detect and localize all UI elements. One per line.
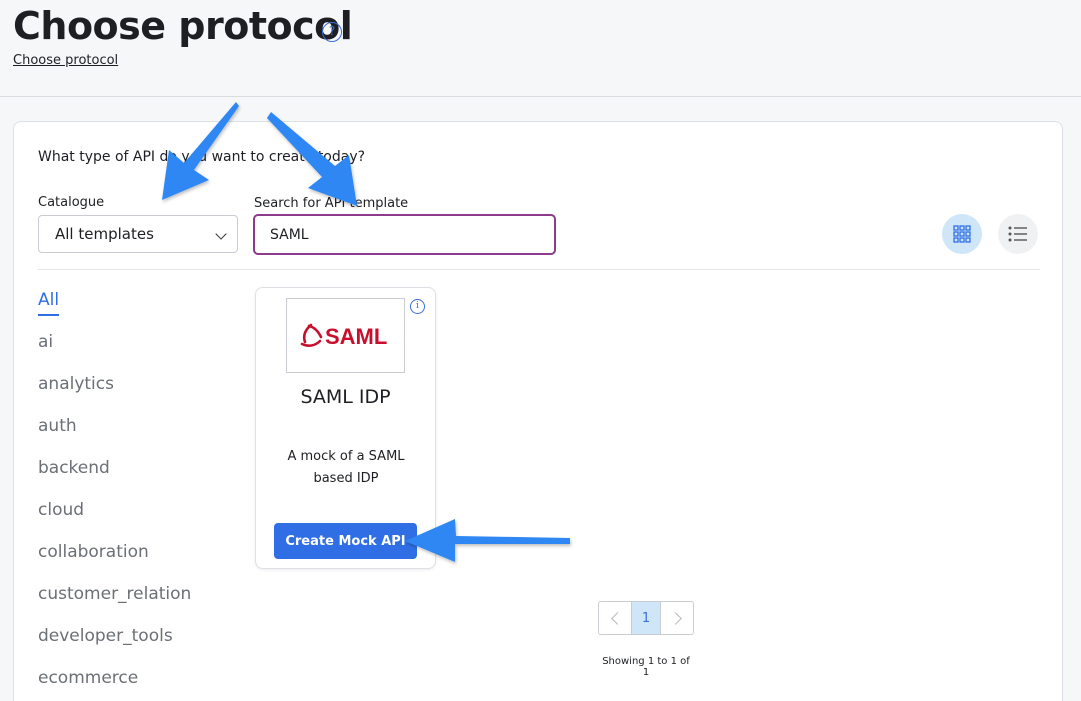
question-text: What type of API do you want to create t… xyxy=(38,149,366,165)
catalogue-label: Catalogue xyxy=(38,195,105,210)
pagination-next-button[interactable] xyxy=(661,602,693,634)
category-label: All xyxy=(38,290,60,316)
saml-logo: SAML xyxy=(286,298,405,373)
create-mock-api-button[interactable]: Create Mock API xyxy=(274,523,417,559)
category-item-customer-relation[interactable]: customer_relation xyxy=(38,584,191,626)
category-item-all[interactable]: All xyxy=(38,290,191,332)
main-card: What type of API do you want to create t… xyxy=(13,121,1063,701)
category-item-collaboration[interactable]: collaboration xyxy=(38,542,191,584)
template-card: SAML i SAML IDP A mock of a SAML based I… xyxy=(255,287,436,569)
pagination-prev-button[interactable] xyxy=(599,602,631,634)
catalogue-select[interactable]: All templates xyxy=(38,215,238,253)
chevron-down-icon xyxy=(215,228,227,240)
view-list-button[interactable] xyxy=(998,214,1038,254)
catalogue-value: All templates xyxy=(55,225,154,243)
saml-logo-mark: SAML xyxy=(300,323,387,349)
category-item-ai[interactable]: ai xyxy=(38,332,191,374)
chevron-left-icon xyxy=(610,611,624,625)
category-item-analytics[interactable]: analytics xyxy=(38,374,191,416)
svg-text:SAML: SAML xyxy=(325,324,387,349)
template-title: SAML IDP xyxy=(300,386,391,408)
category-list: All ai analytics auth backend cloud coll… xyxy=(38,290,191,701)
category-item-backend[interactable]: backend xyxy=(38,458,191,500)
pagination-page-1[interactable]: 1 xyxy=(631,602,661,634)
divider xyxy=(38,269,1040,270)
pagination: 1 xyxy=(598,601,694,635)
page-title: Choose protocol xyxy=(13,4,353,48)
search-label: Search for API template xyxy=(254,196,409,211)
template-description: A mock of a SAML based IDP xyxy=(287,449,405,486)
category-item-ecommerce[interactable]: ecommerce xyxy=(38,668,191,701)
category-item-developer-tools[interactable]: developer_tools xyxy=(38,626,191,668)
breadcrumb[interactable]: Choose protocol xyxy=(13,53,118,68)
list-icon xyxy=(1008,226,1027,242)
view-grid-button[interactable] xyxy=(942,214,982,254)
page-header: Choose protocol ? Choose protocol xyxy=(0,0,1081,97)
pagination-showing-text: Showing 1 to 1 of 1 xyxy=(602,656,690,678)
search-input[interactable] xyxy=(253,214,556,255)
category-item-cloud[interactable]: cloud xyxy=(38,500,191,542)
chevron-right-icon xyxy=(668,611,682,625)
help-icon[interactable]: ? xyxy=(322,22,342,42)
info-icon[interactable]: i xyxy=(410,299,425,314)
category-item-auth[interactable]: auth xyxy=(38,416,191,458)
grid-icon xyxy=(953,225,971,243)
